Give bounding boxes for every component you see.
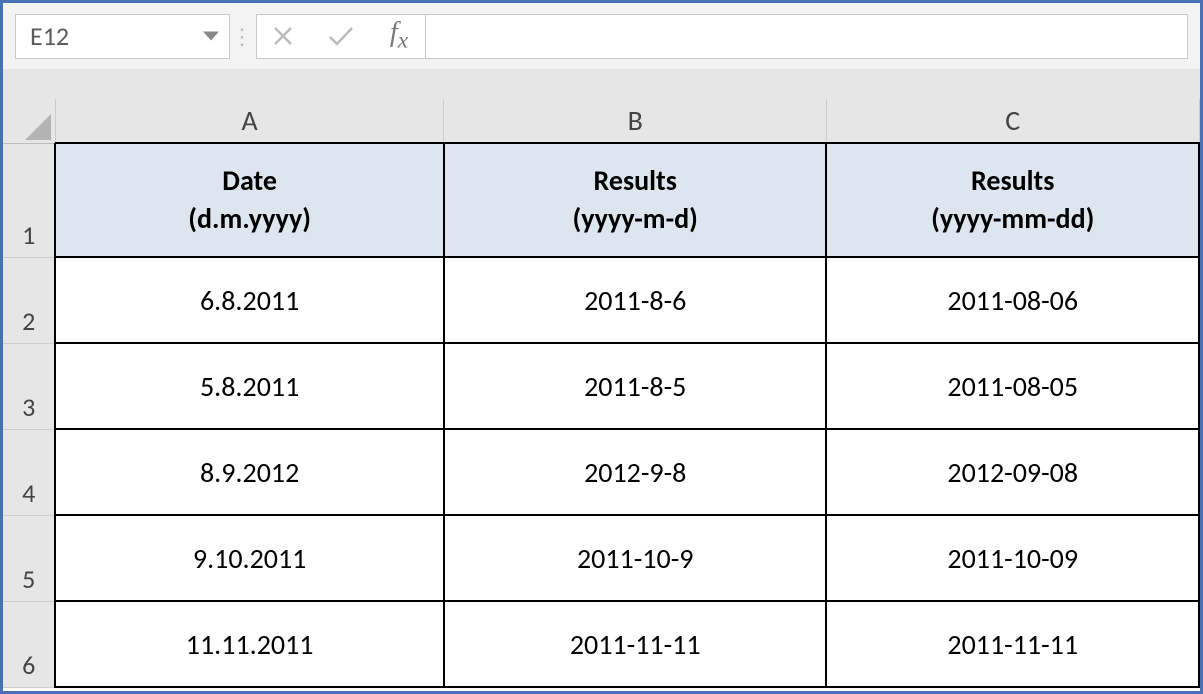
row-header-4[interactable]: 4 [3, 429, 55, 515]
cell-text: Results [594, 163, 677, 198]
name-box[interactable]: E12 [15, 14, 230, 59]
table-row: 2 6.8.2011 2011-8-6 2011-08-06 [3, 257, 1199, 343]
cell-C3[interactable]: 2011-08-05 [826, 343, 1199, 429]
cell-B6[interactable]: 2011-11-11 [444, 601, 827, 687]
select-all-corner[interactable] [3, 99, 55, 143]
cell-text: (d.m.yyyy) [188, 201, 311, 236]
cell-text: Results [971, 163, 1054, 198]
table-row: 6 11.11.2011 2011-11-11 2011-11-11 [3, 601, 1199, 687]
cell-C1[interactable]: Results (yyyy-mm-dd) [826, 143, 1199, 257]
row-header-3[interactable]: 3 [3, 343, 55, 429]
cell-A1[interactable]: Date (d.m.yyyy) [55, 143, 444, 257]
cell-B4[interactable]: 2012-9-8 [444, 429, 827, 515]
spreadsheet-grid: A B C 1 Date (d.m.yyyy) Results (yyyy-m-… [3, 99, 1200, 688]
cell-C5[interactable]: 2011-10-09 [826, 515, 1199, 601]
column-header-A[interactable]: A [55, 99, 444, 143]
insert-function-icon[interactable]: fx [381, 18, 417, 54]
cell-B1[interactable]: Results (yyyy-m-d) [444, 143, 827, 257]
chevron-down-icon[interactable] [203, 32, 219, 41]
cell-text: Date [222, 163, 277, 198]
column-header-C[interactable]: C [826, 99, 1199, 143]
table-row: 1 Date (d.m.yyyy) Results (yyyy-m-d) Res… [3, 143, 1199, 257]
divider-dots: ⋮ [230, 14, 256, 59]
cancel-icon[interactable] [265, 18, 301, 54]
name-box-value: E12 [30, 20, 69, 52]
cell-A4[interactable]: 8.9.2012 [55, 429, 444, 515]
cell-text: (yyyy-m-d) [573, 201, 698, 236]
sheet-area: A B C 1 Date (d.m.yyyy) Results (yyyy-m-… [3, 69, 1200, 688]
cell-B2[interactable]: 2011-8-6 [444, 257, 827, 343]
formula-input[interactable] [426, 14, 1188, 59]
formula-bar: E12 ⋮ fx [3, 3, 1200, 69]
table-row: 5 9.10.2011 2011-10-9 2011-10-09 [3, 515, 1199, 601]
fx-label: fx [386, 17, 412, 55]
cell-text: (yyyy-mm-dd) [931, 201, 1094, 236]
cell-B5[interactable]: 2011-10-9 [444, 515, 827, 601]
cell-B3[interactable]: 2011-8-5 [444, 343, 827, 429]
row-header-2[interactable]: 2 [3, 257, 55, 343]
cell-C4[interactable]: 2012-09-08 [826, 429, 1199, 515]
table-row: 4 8.9.2012 2012-9-8 2012-09-08 [3, 429, 1199, 515]
cell-A2[interactable]: 6.8.2011 [55, 257, 444, 343]
cell-A6[interactable]: 11.11.2011 [55, 601, 444, 687]
cell-A5[interactable]: 9.10.2011 [55, 515, 444, 601]
formula-bar-buttons: fx [256, 14, 426, 59]
cell-A3[interactable]: 5.8.2011 [55, 343, 444, 429]
column-header-B[interactable]: B [444, 99, 827, 143]
enter-icon[interactable] [323, 18, 359, 54]
table-row: 3 5.8.2011 2011-8-5 2011-08-05 [3, 343, 1199, 429]
row-header-6[interactable]: 6 [3, 601, 55, 687]
cell-C2[interactable]: 2011-08-06 [826, 257, 1199, 343]
row-header-1[interactable]: 1 [3, 143, 55, 257]
row-header-5[interactable]: 5 [3, 515, 55, 601]
cell-C6[interactable]: 2011-11-11 [826, 601, 1199, 687]
